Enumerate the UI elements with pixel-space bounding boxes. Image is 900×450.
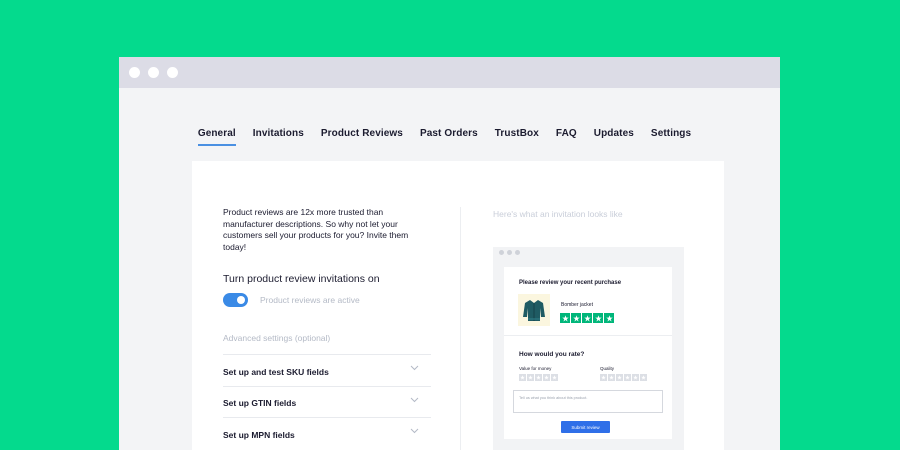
setting-label: Set up GTIN fields: [223, 398, 297, 409]
preview-dot: [499, 250, 504, 255]
setting-label: Set up MPN fields: [223, 429, 295, 440]
star-icon[interactable]: [640, 374, 647, 381]
rate-title: How would you rate?: [519, 351, 585, 358]
quality-rating-stars[interactable]: [600, 374, 647, 381]
tab-past-orders[interactable]: Past Orders: [420, 128, 478, 146]
advanced-settings-list: Set up and test SKU fields Set up GTIN f…: [223, 354, 431, 449]
star-icon[interactable]: [519, 374, 526, 381]
chevron-down-icon: [410, 397, 419, 402]
tab-updates[interactable]: Updates: [594, 128, 634, 146]
setting-row-gtin[interactable]: Set up GTIN fields: [223, 385, 431, 418]
star-icon[interactable]: [608, 374, 615, 381]
settings-tabs: General Invitations Product Reviews Past…: [119, 128, 780, 146]
general-panel: Product reviews are 12x more trusted tha…: [192, 161, 724, 450]
toggle-status: Product reviews are active: [260, 295, 360, 305]
star-icon[interactable]: [535, 374, 542, 381]
tab-faq[interactable]: FAQ: [556, 128, 577, 146]
preview-dot: [507, 250, 512, 255]
chevron-down-icon: [410, 428, 419, 434]
product-reviews-toggle[interactable]: [223, 293, 248, 307]
star-icon: [571, 313, 581, 323]
star-icon[interactable]: [616, 374, 623, 381]
chevron-down-icon: [410, 365, 419, 371]
product-thumbnail: [518, 294, 550, 326]
window-dot: [148, 67, 159, 78]
preview-heading: Here's what an invitation looks like: [493, 209, 623, 219]
email-divider: [504, 335, 672, 336]
review-textarea[interactable]: Tell us what you think about this produc…: [513, 390, 663, 413]
star-icon: [582, 313, 592, 323]
criteria-label: Quality: [600, 366, 615, 371]
star-icon: [604, 313, 614, 323]
star-icon: [593, 313, 603, 323]
setting-row-sku[interactable]: Set up and test SKU fields: [223, 354, 431, 386]
tab-general[interactable]: General: [197, 128, 236, 146]
email-title: Please review your recent purchase: [519, 280, 622, 286]
tab-invitations[interactable]: Invitations: [253, 128, 304, 146]
browser-window: General Invitations Product Reviews Past…: [119, 57, 780, 450]
star-icon[interactable]: [624, 374, 631, 381]
column-divider: [460, 207, 461, 450]
tab-product-reviews[interactable]: Product Reviews: [321, 128, 403, 146]
preview-dot: [515, 250, 520, 255]
jacket-icon: [523, 300, 545, 321]
advanced-settings-heading: Advanced settings (optional): [223, 333, 331, 343]
star-icon[interactable]: [632, 374, 639, 381]
product-rating-stars: [560, 313, 614, 323]
toggle-heading: Turn product review invitations on: [223, 273, 380, 285]
submit-review-button[interactable]: Submit review: [561, 421, 610, 433]
toggle-knob: [237, 296, 245, 304]
invitation-email: Please review your recent purchase Bombe…: [504, 267, 672, 439]
star-icon[interactable]: [551, 374, 558, 381]
setting-row-mpn[interactable]: Set up MPN fields: [223, 417, 431, 449]
star-icon[interactable]: [543, 374, 550, 381]
invitation-preview: Please review your recent purchase Bombe…: [493, 247, 684, 450]
window-dot: [129, 67, 140, 78]
star-icon[interactable]: [527, 374, 534, 381]
star-icon: [560, 313, 570, 323]
tab-trustbox[interactable]: TrustBox: [495, 128, 539, 146]
criteria-label: Value for money: [519, 366, 552, 371]
setting-label: Set up and test SKU fields: [223, 366, 329, 377]
window-dot: [167, 67, 178, 78]
star-icon[interactable]: [600, 374, 607, 381]
intro-text: Product reviews are 12x more trusted tha…: [223, 207, 409, 252]
tab-settings[interactable]: Settings: [651, 128, 691, 146]
value-rating-stars[interactable]: [519, 374, 558, 381]
product-name: Bomber jacket: [561, 302, 593, 308]
window-titlebar: [119, 57, 780, 88]
